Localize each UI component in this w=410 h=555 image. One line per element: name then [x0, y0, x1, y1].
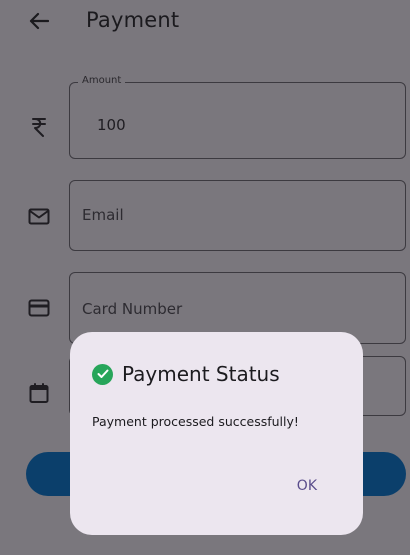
page-title: Payment — [86, 8, 180, 32]
dialog-header: Payment Status — [92, 362, 280, 386]
amount-field[interactable]: Amount 100 — [69, 75, 406, 159]
email-placeholder: Email — [82, 206, 124, 224]
dialog-message: Payment processed successfully! — [92, 414, 299, 429]
app-bar: Payment — [0, 0, 410, 44]
calendar-icon — [26, 380, 52, 406]
payment-status-dialog: Payment Status Payment processed success… — [70, 332, 363, 535]
card-number-placeholder: Card Number — [82, 300, 183, 318]
dialog-title: Payment Status — [122, 362, 280, 386]
email-field[interactable]: Email — [69, 180, 406, 251]
email-row: Email — [0, 180, 410, 252]
amount-label: Amount — [78, 75, 126, 86]
envelope-icon — [26, 203, 52, 229]
arrow-left-icon — [29, 12, 49, 30]
payment-screen: Payment Amount 100 Email Card Number Pay… — [0, 0, 410, 555]
back-button[interactable] — [24, 6, 54, 36]
card-icon — [26, 295, 52, 321]
ok-button[interactable]: OK — [291, 474, 323, 498]
amount-value: 100 — [97, 116, 126, 134]
check-circle-icon — [92, 363, 113, 385]
amount-row: Amount 100 — [0, 75, 410, 162]
rupee-icon — [26, 114, 52, 140]
